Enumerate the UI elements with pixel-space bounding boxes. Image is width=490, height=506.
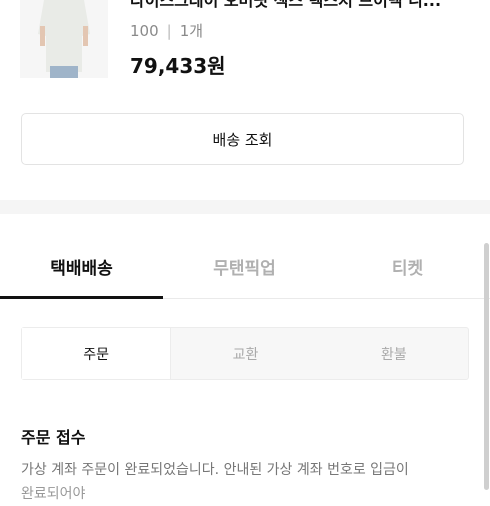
tshirt-model-image xyxy=(20,0,108,78)
product-name[interactable]: 다이스그레이 오버핏 섹스 텍스처 브이넥 니... xyxy=(130,0,470,12)
scrollbar[interactable] xyxy=(484,243,489,490)
option-separator: | xyxy=(166,22,172,40)
order-status-description: 가상 계좌 주문이 완료되었습니다. 안내된 가상 계좌 번호로 입금이 xyxy=(21,462,409,478)
segment-exchange[interactable]: 교환 xyxy=(171,328,319,379)
product-price: 79,433원 xyxy=(130,54,226,78)
tab-ticket[interactable]: 티켓 xyxy=(326,254,489,279)
section-divider xyxy=(0,200,490,214)
active-tab-indicator xyxy=(0,296,163,299)
product-quantity: 1개 xyxy=(179,22,204,40)
order-product[interactable]: 다이스그레이 오버핏 섹스 텍스처 브이넥 니... 100 | 1개 79,433… xyxy=(0,0,490,90)
tab-parcel-delivery[interactable]: 택배배송 xyxy=(0,254,163,279)
segment-order[interactable]: 주문 xyxy=(22,328,172,379)
order-status-title: 주문 접수 xyxy=(21,428,86,447)
order-status-segmented-control: 주문 교환 환불 xyxy=(21,327,469,380)
product-thumbnail[interactable] xyxy=(20,0,108,78)
product-options: 100 | 1개 xyxy=(130,20,203,42)
tab-pickup[interactable]: 무탠픽업 xyxy=(163,254,326,279)
order-status-description-continued: 완료되어야 xyxy=(21,486,86,502)
segment-refund[interactable]: 환불 xyxy=(320,328,468,379)
product-size: 100 xyxy=(130,22,159,40)
track-delivery-button[interactable]: 배송 조회 xyxy=(21,113,464,165)
delivery-tabs: 택배배송 무탠픽업 티켓 xyxy=(0,214,490,300)
